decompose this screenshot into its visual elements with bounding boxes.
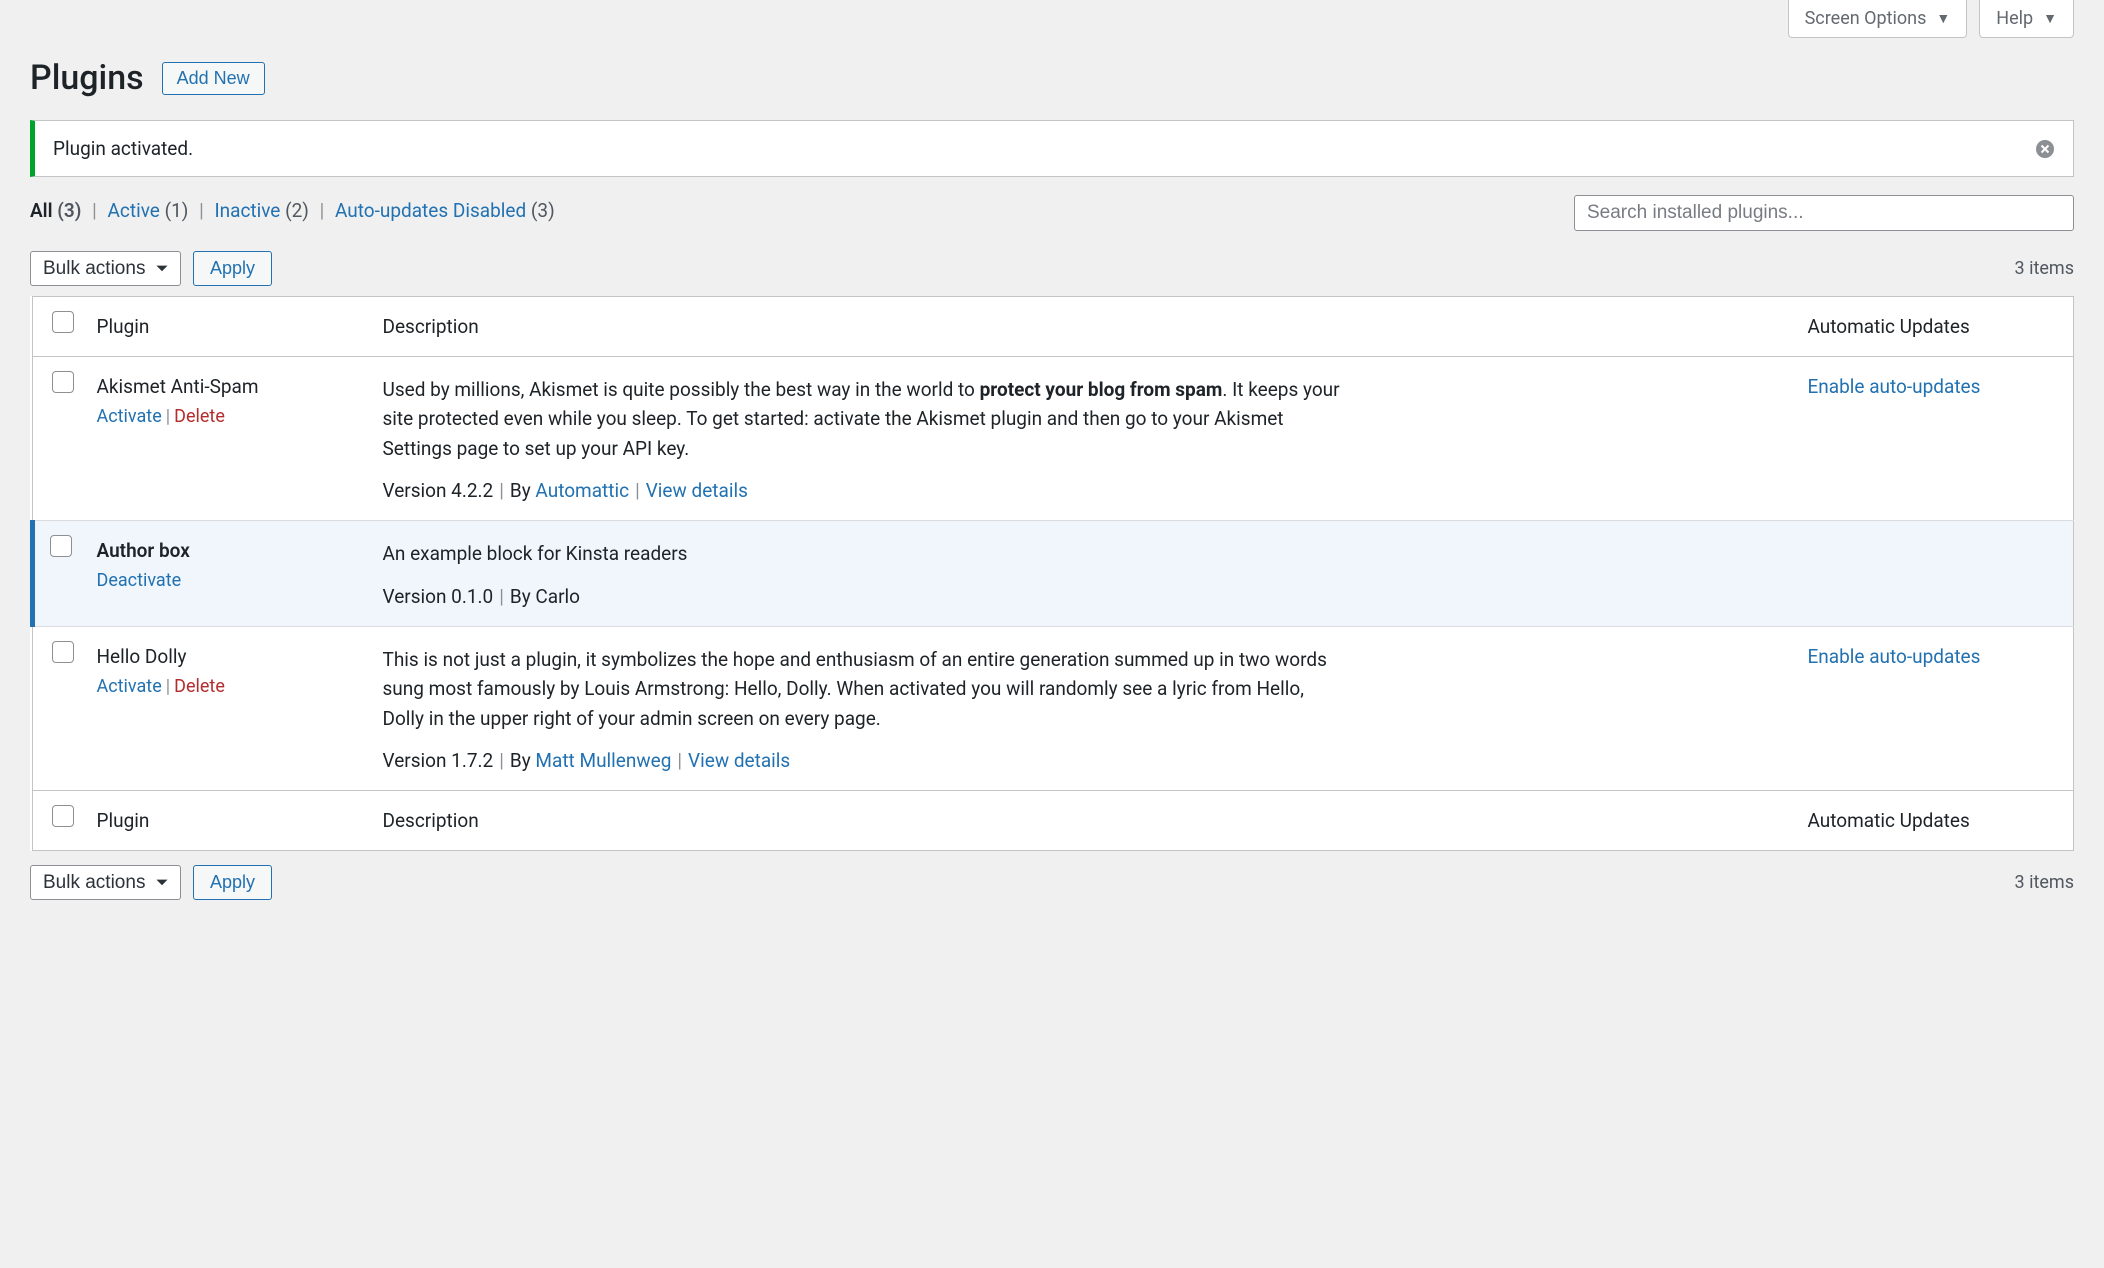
notice-banner: Plugin activated. xyxy=(30,120,2074,177)
plugin-description: This is not just a plugin, it symbolizes… xyxy=(383,645,1343,733)
table-row: Author box Deactivate An example block for… xyxy=(33,521,2074,626)
table-row: Akismet Anti-Spam Activate|Delete Used by … xyxy=(33,357,2074,521)
column-auto-updates-footer: Automatic Updates xyxy=(1794,791,2074,851)
notice-message: Plugin activated. xyxy=(53,137,193,160)
plugin-name: Hello Dolly xyxy=(97,645,369,668)
page-title: Plugins xyxy=(30,58,144,98)
filter-auto-disabled[interactable]: Auto-updates Disabled (3) xyxy=(335,199,555,222)
delete-link[interactable]: Delete xyxy=(174,406,225,427)
plugins-table: Plugin Description Automatic Updates Aki… xyxy=(30,296,2074,851)
row-checkbox[interactable] xyxy=(52,371,74,393)
author-name: Carlo xyxy=(535,585,580,608)
bulk-actions-select[interactable]: Bulk actions xyxy=(30,251,181,286)
select-all-checkbox[interactable] xyxy=(52,311,74,333)
item-count-bottom: 3 items xyxy=(2015,872,2074,893)
filter-active[interactable]: Active (1) xyxy=(108,199,194,222)
filter-links: All (3) | Active (1) | Inactive (2) | Au… xyxy=(30,195,555,222)
row-actions: Activate|Delete xyxy=(97,676,369,697)
plugin-meta: Version 0.1.0|By Carlo xyxy=(383,585,1780,608)
row-checkbox[interactable] xyxy=(50,535,72,557)
delete-link[interactable]: Delete xyxy=(174,676,225,697)
chevron-down-icon: ▼ xyxy=(2043,10,2057,27)
column-plugin-footer: Plugin xyxy=(83,791,383,851)
plugin-meta: Version 1.7.2|By Matt Mullenweg|View det… xyxy=(383,749,1780,772)
search-input[interactable] xyxy=(1574,195,2074,231)
author-link[interactable]: Automattic xyxy=(535,479,629,502)
row-actions: Deactivate xyxy=(97,570,369,591)
row-actions: Activate|Delete xyxy=(97,406,369,427)
apply-button-bottom[interactable]: Apply xyxy=(193,865,272,900)
activate-link[interactable]: Activate xyxy=(97,406,162,427)
plugin-description: Used by millions, Akismet is quite possi… xyxy=(383,375,1343,463)
chevron-down-icon: ▼ xyxy=(1936,10,1950,27)
item-count: 3 items xyxy=(2015,258,2074,279)
bulk-actions-select-bottom[interactable]: Bulk actions xyxy=(30,865,181,900)
help-label: Help xyxy=(1996,8,2033,29)
enable-auto-updates-link[interactable]: Enable auto-updates xyxy=(1808,375,1981,398)
author-link[interactable]: Matt Mullenweg xyxy=(535,749,671,772)
plugin-description: An example block for Kinsta readers xyxy=(383,539,1343,568)
column-description-footer: Description xyxy=(383,791,1794,851)
plugin-name: Author box xyxy=(97,539,369,562)
close-icon[interactable] xyxy=(2035,139,2055,159)
screen-options-tab[interactable]: Screen Options ▼ xyxy=(1788,0,1968,38)
view-details-link[interactable]: View details xyxy=(646,479,748,502)
enable-auto-updates-link[interactable]: Enable auto-updates xyxy=(1808,645,1981,668)
column-description: Description xyxy=(383,297,1794,357)
view-details-link[interactable]: View details xyxy=(688,749,790,772)
select-all-checkbox-footer[interactable] xyxy=(52,805,74,827)
help-tab[interactable]: Help ▼ xyxy=(1979,0,2074,38)
plugin-meta: Version 4.2.2|By Automattic|View details xyxy=(383,479,1780,502)
filter-inactive[interactable]: Inactive (2) xyxy=(214,199,313,222)
screen-options-label: Screen Options xyxy=(1805,8,1927,29)
plugin-name: Akismet Anti-Spam xyxy=(97,375,369,398)
apply-button[interactable]: Apply xyxy=(193,251,272,286)
row-checkbox[interactable] xyxy=(52,641,74,663)
table-row: Hello Dolly Activate|Delete This is not ju… xyxy=(33,626,2074,790)
deactivate-link[interactable]: Deactivate xyxy=(97,570,182,591)
add-new-button[interactable]: Add New xyxy=(162,62,265,95)
activate-link[interactable]: Activate xyxy=(97,676,162,697)
column-auto-updates: Automatic Updates xyxy=(1794,297,2074,357)
column-plugin: Plugin xyxy=(83,297,383,357)
filter-all[interactable]: All (3) xyxy=(30,199,86,222)
